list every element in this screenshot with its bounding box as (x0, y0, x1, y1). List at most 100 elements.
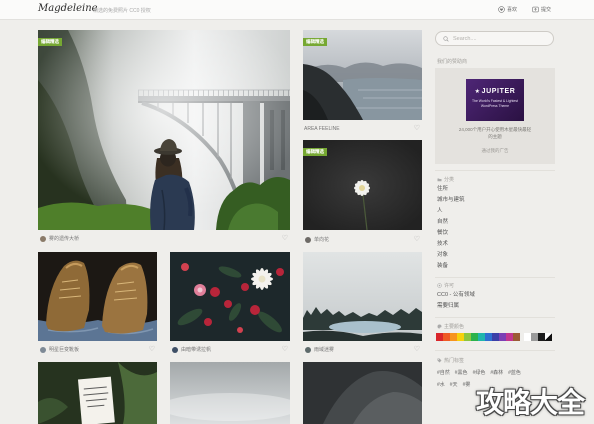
color-swatch[interactable] (492, 333, 499, 341)
tag-row: #水 #天 #雾 (437, 381, 470, 388)
tag-row: #自然 #黑色 #绿色 #森林 #蓝色 (437, 369, 521, 376)
category-link[interactable]: 人 (437, 206, 465, 217)
color-swatch[interactable] (464, 333, 471, 341)
photo-title[interactable]: 单向花 (314, 236, 329, 243)
dark-flowers-photo-image (170, 252, 290, 341)
color-swatch[interactable] (485, 333, 492, 341)
color-swatch[interactable] (436, 333, 443, 341)
photo-caption: 由暗带诱拉帆 ♡ (170, 345, 290, 354)
ad-link[interactable]: 通过我的广告 (435, 148, 555, 154)
search-box[interactable] (435, 31, 554, 46)
color-swatch[interactable] (524, 333, 531, 341)
category-link[interactable]: 装备 (437, 261, 465, 272)
photo-card-hero[interactable]: 编辑精选 (38, 30, 290, 230)
ad-brand-name: JUPITER (481, 88, 516, 95)
tag-icon (437, 358, 442, 363)
avatar[interactable] (305, 346, 311, 353)
category-link[interactable]: 城市与建筑 (437, 195, 465, 206)
heart-icon[interactable]: ♡ (414, 124, 420, 133)
photo-card-dark[interactable] (303, 362, 422, 424)
heart-icon[interactable]: ♡ (149, 345, 155, 354)
likes-label: 喜欢 (507, 7, 518, 13)
avatar[interactable] (172, 346, 178, 353)
photo-title[interactable]: 雨域迷雾 (314, 346, 334, 353)
cc-icon (437, 283, 442, 288)
photo-card-boots[interactable] (38, 252, 157, 341)
photo-title[interactable]: 明星巨变靴板 (49, 346, 79, 353)
photo-card-misty-lake[interactable] (303, 252, 422, 341)
license-heading: 许可 (437, 282, 454, 289)
category-link[interactable]: 对象 (437, 250, 465, 261)
color-swatch[interactable] (443, 333, 450, 341)
tag-link[interactable]: #绿色 (473, 369, 486, 376)
category-link[interactable]: 住所 (437, 184, 465, 195)
categories-heading: 分类 (437, 176, 454, 183)
ad-banner[interactable]: ★JUPITER The World's Fastest & Lightest … (466, 79, 524, 121)
ad-brand: ★JUPITER (466, 88, 524, 95)
photo-title[interactable]: 由暗带诱拉帆 (181, 346, 211, 353)
folder-icon (437, 178, 442, 182)
photo-title[interactable]: 雾的遗传大桥 (49, 235, 79, 242)
tag-link[interactable]: #自然 (437, 369, 450, 376)
search-input[interactable] (453, 33, 548, 44)
dark-photo-image (303, 362, 422, 424)
tag-link[interactable]: #天 (450, 381, 458, 388)
color-swatch[interactable] (450, 333, 457, 341)
heart-icon[interactable]: ♡ (282, 345, 288, 354)
photo-title[interactable]: AREA FEELINE (304, 126, 340, 132)
license-link[interactable]: CC0 - 公有领域 (437, 290, 475, 301)
color-swatch[interactable] (513, 333, 520, 341)
palette-icon (437, 324, 442, 329)
tag-link[interactable]: #雾 (463, 381, 471, 388)
category-link[interactable]: 餐饮 (437, 228, 465, 239)
photo-card-fog[interactable] (170, 362, 290, 424)
tag-link[interactable]: #蓝色 (508, 369, 521, 376)
photo-caption: AREA FEELINE ♡ (303, 124, 422, 133)
ad-slogan-line2: WordPress Theme (480, 104, 510, 108)
tag-link[interactable]: #森林 (490, 369, 503, 376)
color-swatch[interactable] (499, 333, 506, 341)
category-link[interactable]: 技术 (437, 239, 465, 250)
submit-label: 提交 (541, 7, 552, 13)
heart-circle-icon (498, 6, 505, 13)
category-link[interactable]: 自然 (437, 217, 465, 228)
ad-slogan-line1: The World's Fastest & Lightest (471, 99, 518, 103)
photo-card-dark-flowers[interactable] (170, 252, 290, 341)
star-icon: ★ (474, 88, 481, 95)
divider (435, 170, 555, 171)
likes-button[interactable]: 喜欢 (498, 5, 517, 14)
heart-icon[interactable]: ♡ (414, 235, 420, 244)
tag-link[interactable]: #黑色 (455, 369, 468, 376)
tags-heading: 热门标签 (437, 357, 464, 364)
submit-button[interactable]: 提交 (532, 5, 551, 14)
category-list: 住所 城市与建筑 人 自然 餐饮 技术 对象 装备 (437, 184, 465, 272)
fog-photo-image (170, 362, 290, 424)
site-logo[interactable]: Magdeleine (38, 3, 98, 14)
note-card-photo-image (38, 362, 157, 424)
divider (435, 317, 555, 318)
divider (435, 350, 555, 351)
tag-link[interactable]: #水 (437, 381, 445, 388)
color-swatch[interactable] (471, 333, 478, 341)
tags-title: 热门标签 (444, 358, 465, 364)
heart-icon[interactable]: ♡ (282, 234, 288, 243)
color-swatch[interactable] (457, 333, 464, 341)
monochrome-swatch[interactable] (545, 333, 552, 341)
photo-caption: 雨域迷雾 ♡ (303, 345, 422, 354)
color-swatch[interactable] (506, 333, 513, 341)
license-link[interactable]: 需要归属 (437, 301, 475, 312)
photo-card-note[interactable] (38, 362, 157, 424)
photo-card-flower[interactable]: 编辑精选 (303, 140, 422, 230)
ad-description: 的主题 (488, 134, 502, 139)
colors-title: 主要颜色 (444, 324, 465, 330)
color-swatch[interactable] (478, 333, 485, 341)
ad-description: 24,000个用户开心使用木星最快最轻 (458, 127, 532, 132)
photo-card-lake[interactable]: 编辑精选 (303, 30, 422, 120)
watermark: 攻略大全 (476, 386, 585, 419)
color-swatch[interactable] (531, 333, 538, 341)
avatar[interactable] (40, 346, 46, 353)
color-swatch[interactable] (538, 333, 545, 341)
heart-icon[interactable]: ♡ (414, 345, 420, 354)
avatar[interactable] (305, 236, 311, 243)
avatar[interactable] (40, 235, 46, 242)
